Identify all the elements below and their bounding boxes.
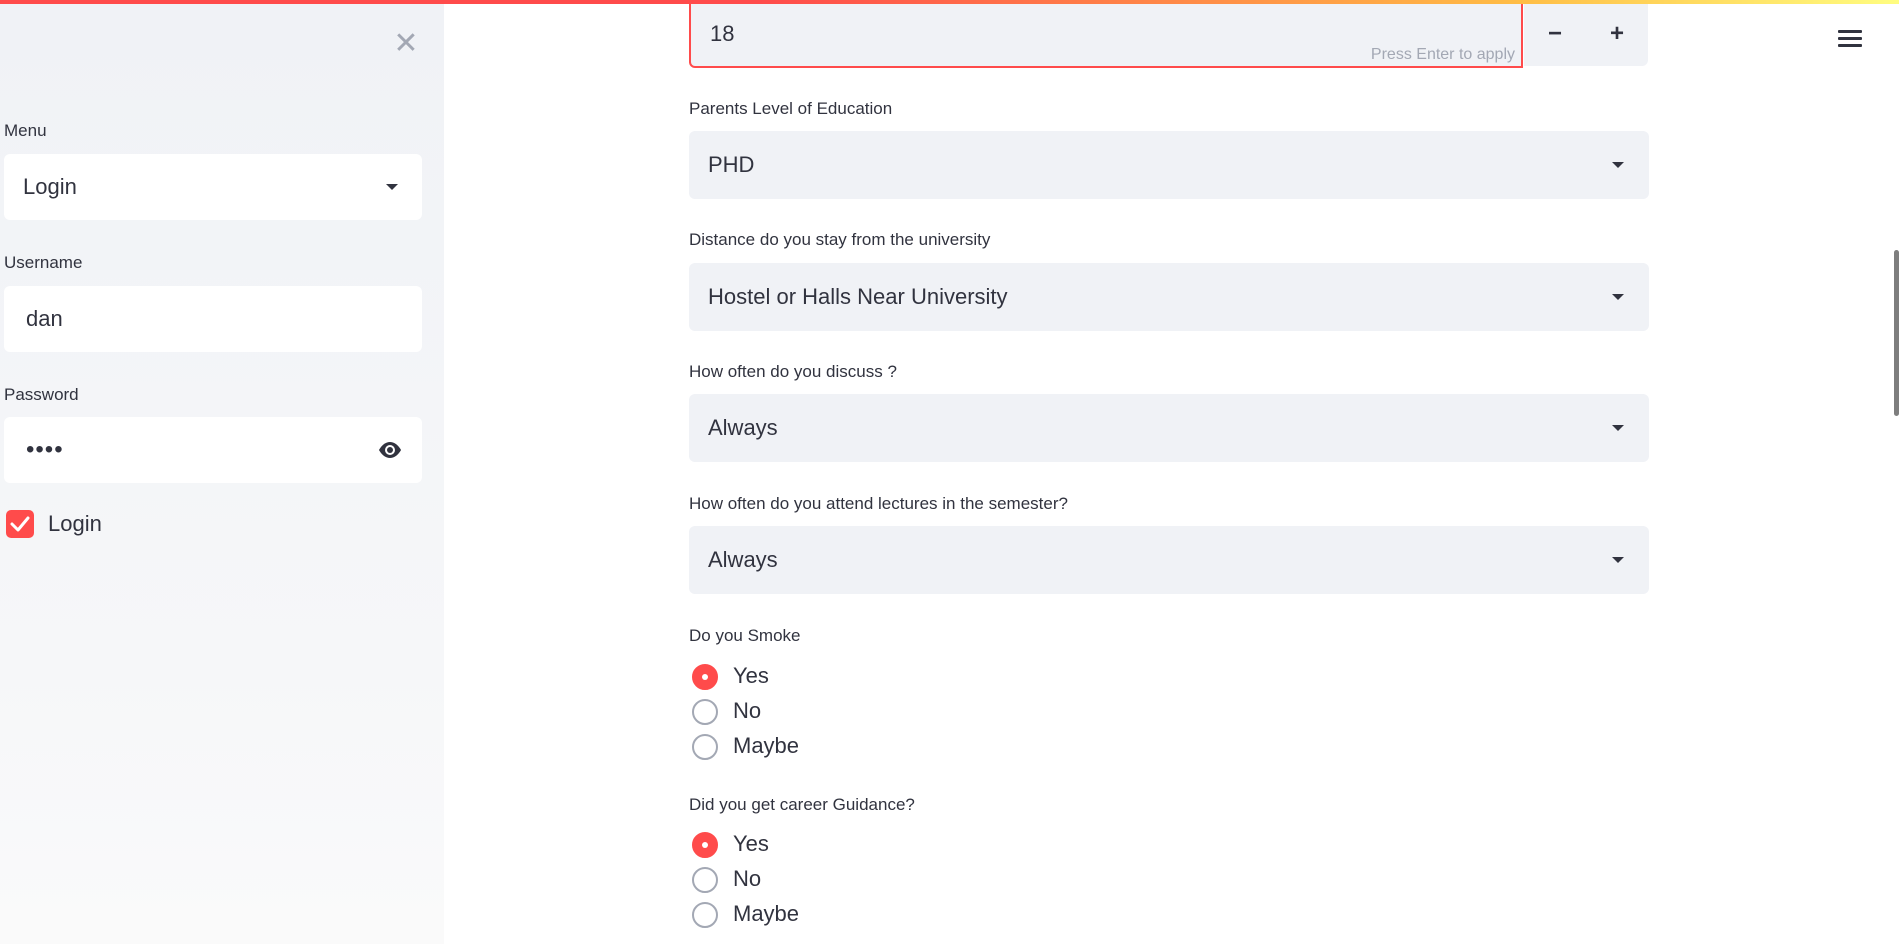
radio-icon[interactable] [692, 902, 718, 928]
radio-label: No [733, 698, 762, 723]
discuss-label: How often do you discuss ? [689, 362, 897, 381]
chevron-down-icon [386, 184, 398, 190]
radio-label: Maybe [733, 733, 800, 758]
eye-icon[interactable] [377, 440, 403, 460]
attend-label: How often do you attend lectures in the … [689, 494, 1068, 513]
username-value: dan [26, 306, 63, 331]
radio-selected-icon[interactable] [692, 664, 718, 690]
username-input[interactable]: dan [4, 286, 422, 352]
decrement-button[interactable]: − [1524, 2, 1586, 66]
checkmark-icon [10, 516, 30, 532]
password-value: •••• [26, 436, 64, 463]
distance-select[interactable]: Hostel or Halls Near University [689, 263, 1649, 331]
press-enter-hint: Press Enter to apply [1370, 46, 1515, 63]
chevron-down-icon [1612, 294, 1624, 300]
radio-label: Maybe [733, 901, 800, 926]
password-input[interactable]: •••• [4, 417, 422, 483]
sidebar: ✕ Menu Login Username dan Password •••• … [0, 0, 444, 944]
chevron-down-icon [1612, 162, 1624, 168]
login-checkbox-label[interactable]: Login [48, 510, 102, 538]
chevron-down-icon [1612, 425, 1624, 431]
top-decoration-stripe [0, 0, 1899, 4]
discuss-value: Always [708, 415, 778, 440]
smoke-label: Do you Smoke [689, 626, 801, 645]
age-number-input[interactable]: 18 Press Enter to apply [689, 2, 1523, 68]
parents-education-label: Parents Level of Education [689, 99, 893, 118]
radio-icon[interactable] [692, 867, 718, 893]
attend-select[interactable]: Always [689, 526, 1649, 594]
close-icon: ✕ [393, 27, 419, 60]
radio-icon[interactable] [692, 734, 718, 760]
menu-select[interactable]: Login [4, 154, 422, 220]
username-label: Username [4, 253, 83, 272]
radio-selected-icon[interactable] [692, 832, 718, 858]
increment-button[interactable]: + [1586, 2, 1648, 66]
vertical-scrollbar[interactable] [1894, 250, 1899, 416]
radio-label: Yes [733, 663, 769, 688]
attend-value: Always [708, 547, 778, 572]
parents-education-value: PHD [708, 152, 755, 177]
discuss-select[interactable]: Always [689, 394, 1649, 462]
menu-select-value: Login [23, 174, 77, 199]
distance-label: Distance do you stay from the university [689, 230, 991, 249]
chevron-down-icon [1612, 557, 1624, 563]
distance-value: Hostel or Halls Near University [708, 284, 1008, 309]
career-label: Did you get career Guidance? [689, 795, 915, 814]
parents-education-select[interactable]: PHD [689, 131, 1649, 199]
hamburger-menu-icon[interactable] [1838, 26, 1862, 56]
radio-icon[interactable] [692, 699, 718, 725]
age-value: 18 [710, 21, 735, 46]
radio-label: No [733, 866, 762, 891]
password-label: Password [4, 385, 79, 404]
menu-label: Menu [4, 121, 47, 140]
close-sidebar-button[interactable]: ✕ [390, 28, 422, 60]
radio-label: Yes [733, 831, 769, 856]
login-checkbox[interactable] [6, 510, 34, 538]
